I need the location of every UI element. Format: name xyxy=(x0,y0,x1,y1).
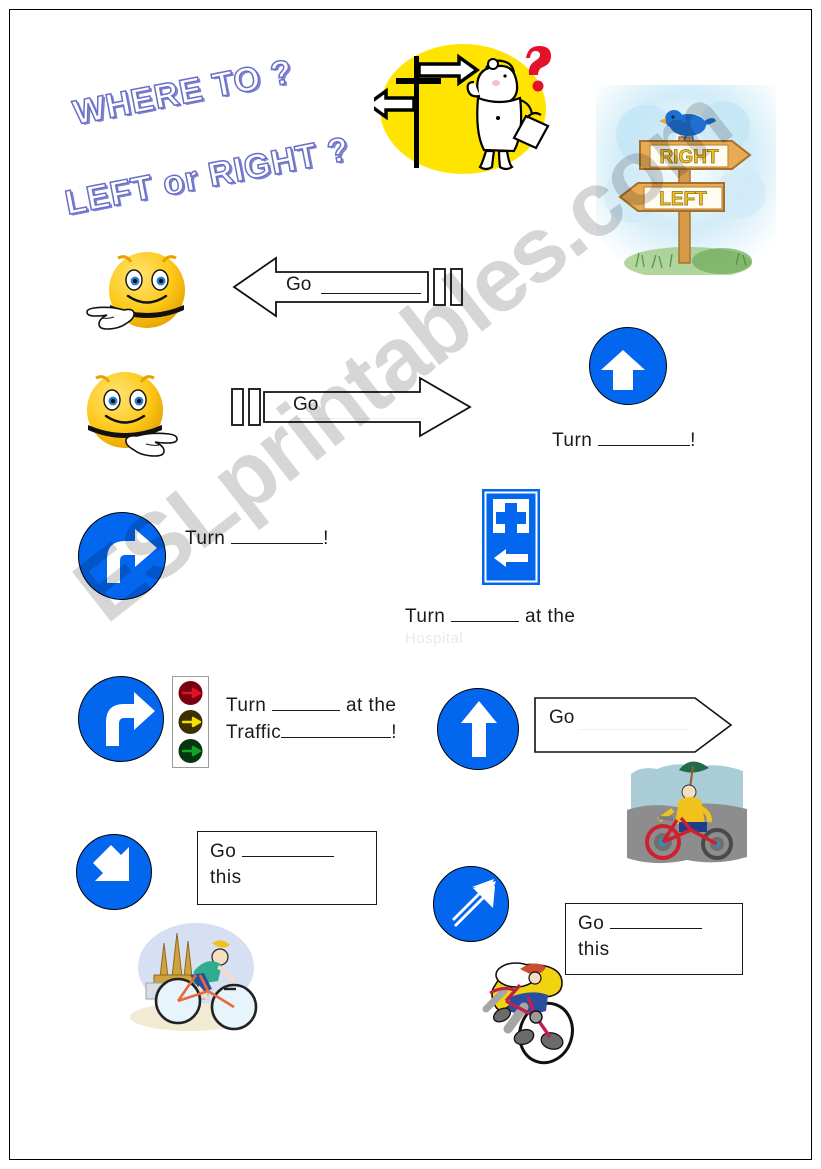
signpost-icon xyxy=(374,53,480,168)
road-sign-turn-right-b xyxy=(78,676,164,762)
cyclist-umbrella-clipart xyxy=(621,752,753,870)
cyclist-city-clipart xyxy=(124,913,264,1035)
box2-line-1: Go xyxy=(578,913,703,935)
traffic-sentence-line-1: Turn at the xyxy=(226,695,396,717)
box1-line-2: this xyxy=(210,867,242,888)
row2-blank-line[interactable] xyxy=(294,418,424,419)
traffic-text-after-2: ! xyxy=(391,722,398,743)
row2-arrow-label: Go xyxy=(293,394,319,415)
pointing-hand-left-icon xyxy=(86,306,135,330)
road-sign-go-straight xyxy=(437,688,519,770)
road-sign-turn-right-a xyxy=(78,512,166,600)
answer-box-up-right[interactable]: Go this xyxy=(565,903,743,975)
hospital-sentence-line-2-ghost: Hospital xyxy=(405,630,464,647)
straight-arrow-label: Go xyxy=(549,707,575,728)
traffic-light-icon xyxy=(172,676,209,768)
traffic-text-before-2: Traffic xyxy=(226,722,282,743)
hospital-blank[interactable] xyxy=(451,607,520,622)
box2-text-before: Go xyxy=(578,913,605,934)
traffic-text-after: at the xyxy=(345,695,397,716)
turn-left-sentence: Turn ! xyxy=(552,430,696,452)
right-block-arrow: Go xyxy=(228,368,478,446)
confused-woman-scene xyxy=(374,38,564,188)
straight-pentagon-arrow: Go xyxy=(533,695,733,755)
sign-right-label: RIGHT xyxy=(659,147,719,168)
pointing-hand-right-icon xyxy=(125,432,178,457)
road-sign-turn-left xyxy=(589,327,667,405)
page-title-line-2: LEFT or RIGHT ? xyxy=(61,129,353,223)
turn-right-sentence: Turn ! xyxy=(185,528,329,550)
sign-left-label: LEFT xyxy=(659,189,707,210)
worksheet-page: WHERE TO ? LEFT or RIGHT ? RIGHT LEFT Go… xyxy=(0,0,821,1169)
smiley-pointing-right xyxy=(75,368,210,458)
wooden-signpost-scene: RIGHT LEFT xyxy=(596,85,776,275)
smiley-pointing-left xyxy=(72,248,207,338)
box1-text-before: Go xyxy=(210,841,237,862)
rider-shorts xyxy=(508,992,548,1014)
turn-left-blank[interactable] xyxy=(598,431,691,446)
hospital-text-before: Turn xyxy=(405,606,446,627)
box2-blank[interactable] xyxy=(610,914,703,929)
page-title-line-1: WHERE TO ? xyxy=(69,52,296,133)
box1-line-1: Go xyxy=(210,841,335,863)
road-sign-down-right xyxy=(76,834,152,910)
box1-blank[interactable] xyxy=(242,842,335,857)
turn-left-text-after: ! xyxy=(690,430,696,451)
road-sign-hospital-left xyxy=(482,489,540,585)
row1-arrow-label: Go xyxy=(286,274,312,295)
road-sign-up-right xyxy=(433,866,509,942)
straight-blank-line[interactable] xyxy=(578,729,688,730)
sign-board-left: LEFT xyxy=(618,182,725,212)
traffic-sentence-line-2: Traffic! xyxy=(226,722,397,744)
turn-right-text-after: ! xyxy=(323,528,329,549)
hospital-sentence-line-1: Turn at the xyxy=(405,606,575,628)
traffic-blank-1[interactable] xyxy=(272,696,341,711)
cyclist-yellow-jersey-clipart xyxy=(480,945,590,1070)
question-mark-icon xyxy=(526,46,551,92)
left-block-arrow: Go xyxy=(228,248,468,326)
turn-right-blank[interactable] xyxy=(231,529,324,544)
turn-right-text-before: Turn xyxy=(185,528,226,549)
turn-left-text-before: Turn xyxy=(552,430,593,451)
sign-board-right: RIGHT xyxy=(639,140,752,170)
row1-blank-line[interactable] xyxy=(321,293,421,294)
answer-box-down-right[interactable]: Go this xyxy=(197,831,377,905)
hospital-text-after: at the xyxy=(524,606,576,627)
woman-figure-icon xyxy=(466,58,550,171)
traffic-blank-2[interactable] xyxy=(281,723,392,738)
traffic-text-before: Turn xyxy=(226,695,267,716)
